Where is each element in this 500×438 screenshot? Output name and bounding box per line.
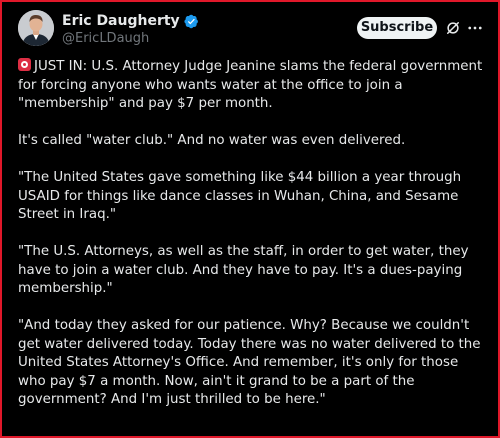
post-paragraph-text: JUST IN: U.S. Attorney Judge Jeanine sla… (18, 59, 483, 111)
author-handle[interactable]: @EricLDaugh (62, 31, 149, 47)
post-paragraph: "And today they asked for our patience. … (18, 318, 481, 407)
rotating-light-icon (18, 58, 31, 71)
author-name-row[interactable]: Eric Daugherty (62, 12, 199, 30)
avatar-image (18, 10, 54, 46)
subscribe-button[interactable]: Subscribe (357, 17, 437, 39)
post-paragraph: "The U.S. Attorneys, as well as the staf… (18, 244, 469, 296)
grok-icon[interactable] (444, 19, 462, 37)
post-paragraph: It's called "water club." And no water w… (18, 133, 406, 148)
post-body: JUST IN: U.S. Attorney Judge Jeanine sla… (18, 58, 484, 428)
author-display-name[interactable]: Eric Daugherty (62, 12, 180, 30)
avatar[interactable] (18, 10, 54, 46)
post: Eric Daugherty @EricLDaugh Subscribe JUS… (0, 0, 500, 438)
post-paragraph: "The United States gave something like $… (18, 170, 462, 222)
post-paragraph: JUST IN: U.S. Attorney Judge Jeanine sla… (18, 58, 484, 114)
more-icon[interactable] (466, 19, 484, 37)
verified-check-icon (184, 14, 198, 28)
